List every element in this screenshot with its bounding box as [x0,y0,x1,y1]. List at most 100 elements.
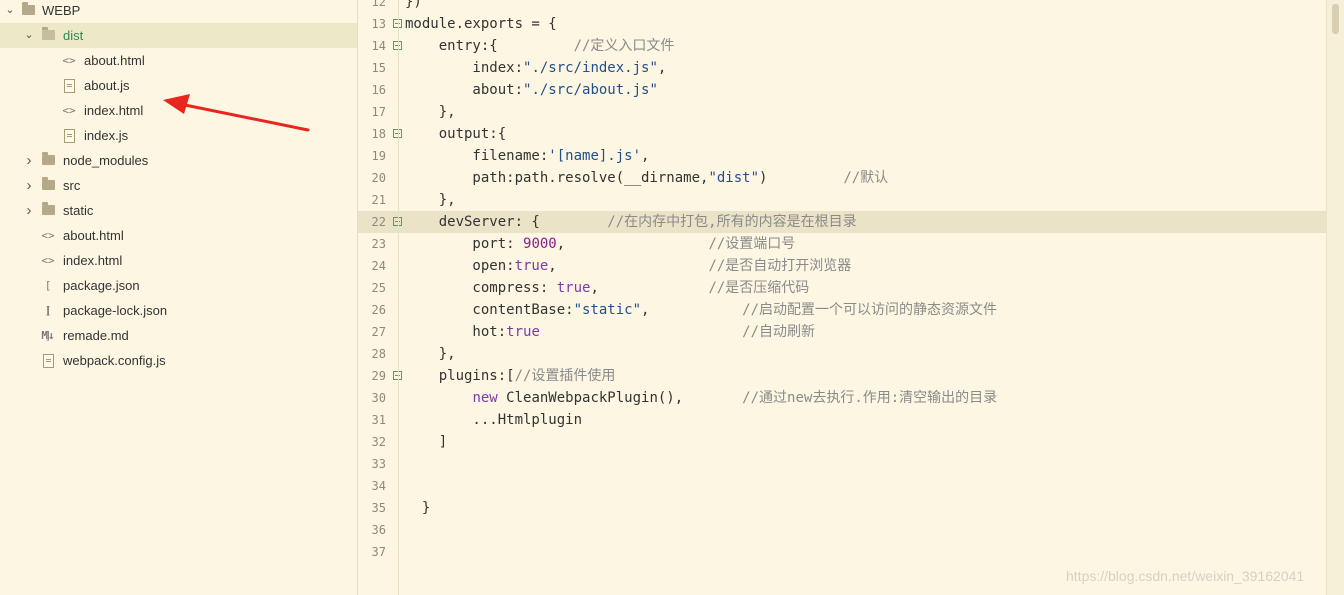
code-text: filename:'[name].js', [405,148,650,164]
vertical-scrollbar[interactable] [1326,0,1344,595]
explorer-item-label: package-lock.json [63,303,168,318]
code-text: ...Htmlplugin [405,412,583,428]
explorer-item[interactable]: ⌄ dist [0,23,357,48]
explorer-item-label: remade.md [63,328,129,343]
code-line[interactable]: 25 compress: true, //是否压缩代码 [358,277,1326,299]
explorer-item[interactable]: › node_modules [0,148,357,173]
line-number: 16 [371,83,386,97]
explorer-item[interactable]: [ ] package.json [0,273,357,317]
code-line[interactable]: 29 plugins:[//设置插件使用 [358,365,1326,387]
code-line[interactable]: 36 [358,519,1326,541]
code-line[interactable]: 20 path:path.resolve(__dirname,"dist") /… [358,167,1326,189]
code-line[interactable]: 24 open:true, //是否自动打开浏览器 [358,255,1326,277]
chevron-down-icon[interactable]: ⌄ [23,23,35,48]
code-line[interactable]: 32 ] [358,431,1326,453]
line-number: 23 [371,237,386,251]
code-line[interactable]: 27 hot:true //自动刷新 [358,321,1326,343]
code-line[interactable]: 13 module.exports = { [358,13,1326,35]
line-number: 37 [371,545,386,559]
code-text: new CleanWebpackPlugin(), //通过new去执行.作用:… [472,390,998,406]
code-line[interactable]: 34 [358,475,1326,497]
explorer-root-label: WEBP [42,3,81,18]
explorer-item[interactable]: [ ] package-lock.json [0,298,357,342]
scrollbar-thumb[interactable] [1332,4,1339,34]
explorer-item[interactable]: <> about.html [0,48,357,73]
explorer-item[interactable]: › static [0,198,357,223]
explorer-item-label: about.js [84,78,130,93]
code-text: contentBase:"static", //启动配置一个可以访问的静态资源文… [405,302,998,318]
explorer-item-label: index.html [63,253,123,268]
line-number: 27 [371,325,386,339]
code-text: }) [405,0,422,10]
explorer-item-label: static [63,203,94,218]
code-line[interactable]: 28 }, [358,343,1326,365]
code-line[interactable]: 16 about:"./src/about.js" [358,79,1326,101]
chevron-right-icon[interactable]: › [23,173,35,198]
line-number: 19 [371,149,386,163]
code-text: output:{ [405,126,507,142]
chevron-right-icon[interactable]: › [23,148,35,173]
folder-icon [42,152,55,165]
code-text: hot:true //自动刷新 [405,324,816,340]
explorer-root-webp[interactable]: ⌄ WEBP [0,0,357,23]
code-line[interactable]: 15 index:"./src/index.js", [358,57,1326,79]
code-line[interactable]: 14 entry:{ //定义入口文件 [358,35,1326,57]
code-text: path:path.resolve(__dirname,"dist") //默认 [405,170,889,186]
line-number: 25 [371,281,386,295]
code-line[interactable]: 17 }, [358,101,1326,123]
explorer-item[interactable]: <> about.html [0,223,357,248]
line-number: 17 [371,105,386,119]
code-text: devServer: { //在内存中打包,所有的内容是在根目录 [405,214,857,230]
code-line[interactable]: 19 filename:'[name].js', [358,145,1326,167]
code-editor[interactable]: 12}) 13 module.exports = { 14 entry:{ //定义入… [358,0,1326,595]
chevron-down-icon[interactable]: ⌄ [4,0,16,23]
line-number: 34 [371,479,386,493]
markdown-file-icon: M↓ [41,329,55,342]
line-number: 12 [371,0,386,9]
explorer-item[interactable]: webpack.config.js [0,348,357,373]
line-number: 20 [371,171,386,185]
js-file-icon [64,79,75,93]
line-number: 14 [371,39,386,53]
explorer-item[interactable]: index.js [0,123,357,148]
explorer-item-label: dist [63,28,84,43]
code-text: }, [405,104,456,120]
file-explorer: ⌄ WEBP ⌄ dist <> about.html about.js <> index.… [0,0,358,595]
code-line[interactable]: 12}) [358,0,1326,13]
explorer-item[interactable]: <> index.html [0,98,357,123]
folder-icon [42,177,55,190]
code-line[interactable]: 37 [358,541,1326,563]
explorer-item[interactable]: about.js [0,73,357,98]
code-text: } [405,500,431,516]
explorer-item[interactable]: <> index.html [0,248,357,273]
code-text: index:"./src/index.js", [405,60,667,76]
code-line[interactable]: 23 port: 9000, //设置端口号 [358,233,1326,255]
code-line[interactable]: 33 [358,453,1326,475]
code-text: module.exports = { [405,16,557,32]
code-text: plugins:[//设置插件使用 [405,368,616,384]
code-line[interactable]: 30 new CleanWebpackPlugin(), //通过new去执行.… [358,387,1326,409]
line-number: 28 [371,347,386,361]
html-file-icon: <> [41,229,55,242]
explorer-item-label: about.html [63,228,124,243]
line-number: 13 [371,17,386,31]
explorer-item[interactable]: M↓ remade.md [0,323,357,348]
code-line[interactable]: 21 }, [358,189,1326,211]
code-line[interactable]: 35 } [358,497,1326,519]
code-line[interactable]: 26 contentBase:"static", //启动配置一个可以访问的静态… [358,299,1326,321]
chevron-right-icon[interactable]: › [23,198,35,223]
line-number: 31 [371,413,386,427]
code-line[interactable]: 22 devServer: { //在内存中打包,所有的内容是在根目录 [358,211,1326,233]
line-number: 35 [371,501,386,515]
line-number: 21 [371,193,386,207]
explorer-item[interactable]: › src [0,173,357,198]
code-line[interactable]: 31 ...Htmlplugin [358,409,1326,431]
explorer-item-label: index.html [84,103,144,118]
code-text: about:"./src/about.js" [405,82,658,98]
folder-icon [22,2,35,15]
explorer-item-label: node_modules [63,153,149,168]
code-text: port: 9000, //设置端口号 [405,236,796,252]
line-number: 36 [371,523,386,537]
code-line[interactable]: 18 output:{ [358,123,1326,145]
explorer-item-label: src [63,178,81,193]
